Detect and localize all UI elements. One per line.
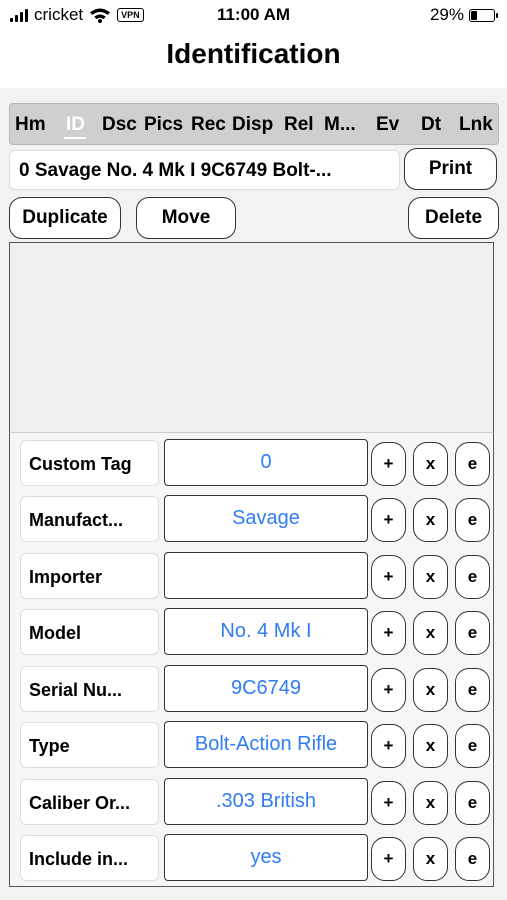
edit-button[interactable]: e <box>455 498 490 542</box>
edit-button[interactable]: e <box>455 555 490 599</box>
battery-icon <box>469 8 498 22</box>
battery-percent: 29% <box>429 5 464 24</box>
status-bar: cricket VPN 11:00 AM 29% <box>0 0 507 30</box>
add-button[interactable]: + <box>371 668 406 712</box>
edit-button[interactable]: e <box>455 442 490 486</box>
add-button[interactable]: + <box>371 724 406 768</box>
field-row-type: Type Bolt-Action Rifle + x e <box>10 720 495 770</box>
tab-ev[interactable]: Ev <box>376 104 399 146</box>
field-value[interactable]: No. 4 Mk I <box>164 608 368 655</box>
field-list: Custom Tag 0 + x e Manufact... Savage + … <box>9 432 494 887</box>
field-row-caliber: Caliber Or... .303 British + x e <box>10 777 495 827</box>
tab-pics[interactable]: Pics <box>144 104 183 146</box>
field-row-model: Model No. 4 Mk I + x e <box>10 607 495 657</box>
field-label: Include in... <box>20 835 159 881</box>
edit-button[interactable]: e <box>455 781 490 825</box>
tab-hm[interactable]: Hm <box>15 104 46 146</box>
battery-group: 29% <box>429 5 498 25</box>
print-button[interactable]: Print <box>404 148 497 190</box>
clear-button[interactable]: x <box>413 442 448 486</box>
field-value[interactable]: 9C6749 <box>164 665 368 712</box>
clear-button[interactable]: x <box>413 498 448 542</box>
field-label: Model <box>20 609 159 655</box>
field-row-manufacturer: Manufact... Savage + x e <box>10 494 495 544</box>
add-button[interactable]: + <box>371 837 406 881</box>
duplicate-button[interactable]: Duplicate <box>9 197 121 239</box>
add-button[interactable]: + <box>371 611 406 655</box>
clear-button[interactable]: x <box>413 555 448 599</box>
field-label: Serial Nu... <box>20 666 159 712</box>
selected-tab-indicator <box>64 137 86 139</box>
clear-button[interactable]: x <box>413 668 448 712</box>
edit-button[interactable]: e <box>455 724 490 768</box>
add-button[interactable]: + <box>371 498 406 542</box>
tab-lnk[interactable]: Lnk <box>459 104 493 146</box>
move-button[interactable]: Move <box>136 197 236 239</box>
tab-id[interactable]: ID <box>66 104 85 146</box>
add-button[interactable]: + <box>371 555 406 599</box>
field-value[interactable]: Savage <box>164 495 368 542</box>
clear-button[interactable]: x <box>413 611 448 655</box>
tab-rec[interactable]: Rec <box>191 104 226 146</box>
field-row-custom-tag: Custom Tag 0 + x e <box>10 438 495 488</box>
tab-rel[interactable]: Rel <box>284 104 314 146</box>
field-row-include: Include in... yes + x e <box>10 833 495 883</box>
field-value[interactable]: Bolt-Action Rifle <box>164 721 368 768</box>
edit-button[interactable]: e <box>455 668 490 712</box>
field-row-serial-number: Serial Nu... 9C6749 + x e <box>10 664 495 714</box>
record-name: 0 Savage No. 4 Mk I 9C6749 Bolt-... <box>9 150 400 190</box>
field-label: Custom Tag <box>20 440 159 486</box>
add-button[interactable]: + <box>371 442 406 486</box>
field-label: Manufact... <box>20 496 159 542</box>
field-label: Type <box>20 722 159 768</box>
tab-dt[interactable]: Dt <box>421 104 441 146</box>
field-value[interactable]: yes <box>164 834 368 881</box>
field-value[interactable]: 0 <box>164 439 368 486</box>
clear-button[interactable]: x <box>413 837 448 881</box>
edit-button[interactable]: e <box>455 611 490 655</box>
field-label: Caliber Or... <box>20 779 159 825</box>
tab-more[interactable]: M... <box>324 104 356 146</box>
field-value[interactable]: .303 British <box>164 778 368 825</box>
page-title: Identification <box>166 38 341 69</box>
clear-button[interactable]: x <box>413 781 448 825</box>
photo-area[interactable] <box>9 242 494 432</box>
clear-button[interactable]: x <box>413 724 448 768</box>
edit-button[interactable]: e <box>455 837 490 881</box>
add-button[interactable]: + <box>371 781 406 825</box>
field-label: Importer <box>20 553 159 599</box>
tab-disp[interactable]: Disp <box>232 104 273 146</box>
tab-dsc[interactable]: Dsc <box>102 104 137 146</box>
field-value[interactable] <box>164 552 368 599</box>
delete-button[interactable]: Delete <box>408 197 499 239</box>
field-row-importer: Importer + x e <box>10 551 495 601</box>
